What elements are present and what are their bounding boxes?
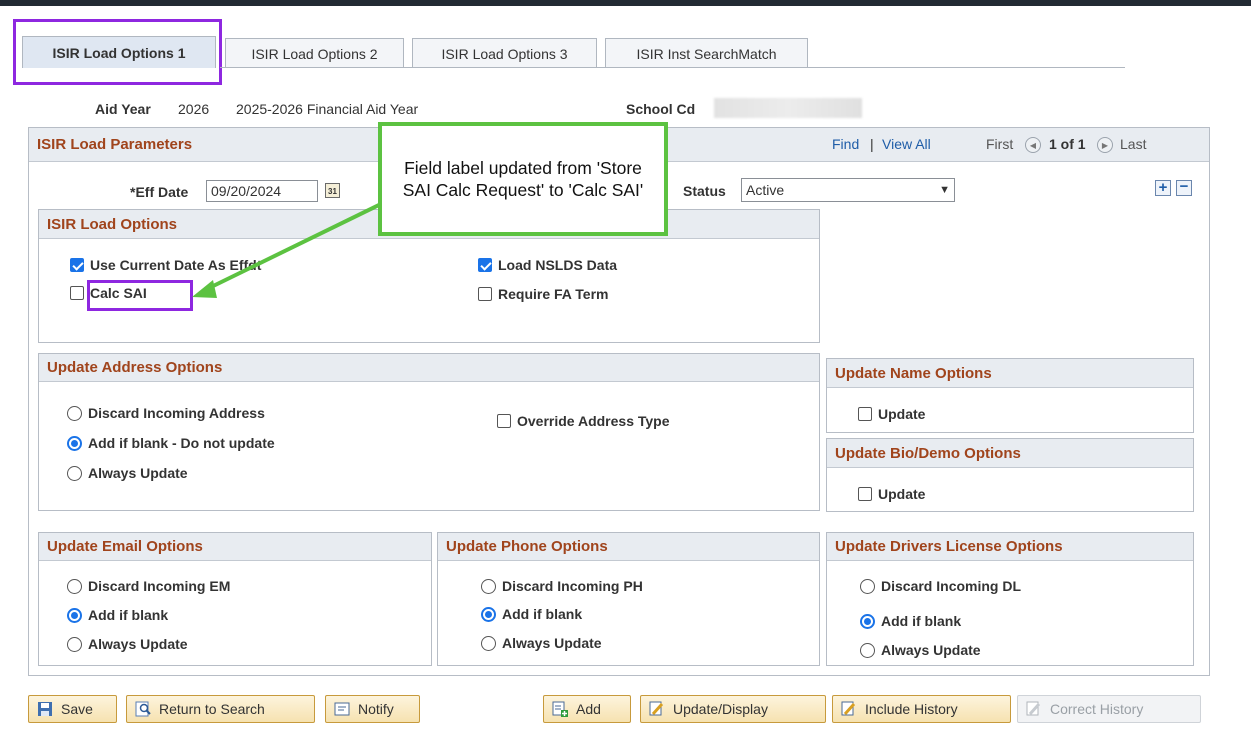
return-search-icon <box>135 701 151 717</box>
radio-unselected[interactable] <box>481 635 496 651</box>
radio-unselected[interactable] <box>67 578 82 594</box>
add-if-blank-phone-radio[interactable]: Add if blank <box>481 606 582 622</box>
radio-selected[interactable] <box>67 435 82 451</box>
name-options-title: Update Name Options <box>835 364 992 382</box>
annotation-callout: Field label updated from 'Store SAI Calc… <box>378 122 668 236</box>
add-page-icon <box>552 701 568 717</box>
bio-options-header: Update Bio/Demo Options <box>827 439 1193 468</box>
radio-unselected[interactable] <box>67 636 82 652</box>
email-options-title: Update Email Options <box>47 538 203 555</box>
bio-update-checkbox[interactable]: Update <box>858 486 925 502</box>
notify-icon <box>334 702 350 716</box>
override-address-type-checkbox[interactable]: Override Address Type <box>497 413 670 429</box>
radio-unselected[interactable] <box>481 578 496 594</box>
radio-selected[interactable] <box>481 606 496 622</box>
always-update-dl-radio[interactable]: Always Update <box>860 642 981 658</box>
radio-unselected[interactable] <box>860 642 875 658</box>
always-update-phone-radio[interactable]: Always Update <box>481 635 602 651</box>
floppy-disk-icon <box>38 702 52 716</box>
checkbox-unchecked[interactable] <box>858 407 872 421</box>
radio-unselected[interactable] <box>860 578 875 594</box>
add-if-blank-dl-radio[interactable]: Add if blank <box>860 613 961 629</box>
dl-options-title: Update Drivers License Options <box>835 538 1063 555</box>
save-button[interactable]: Save <box>28 695 117 723</box>
update-address-options-panel: Update Address Options <box>38 353 820 511</box>
update-display-icon <box>649 701 664 716</box>
dl-options-header: Update Drivers License Options <box>827 533 1193 561</box>
name-options-header: Update Name Options <box>827 359 1193 388</box>
name-update-checkbox[interactable]: Update <box>858 406 925 422</box>
discard-address-radio[interactable]: Discard Incoming Address <box>67 405 265 421</box>
add-if-blank-email-radio[interactable]: Add if blank <box>67 607 168 623</box>
email-options-header: Update Email Options <box>39 533 431 561</box>
add-button[interactable]: Add <box>543 695 631 723</box>
correct-history-button[interactable]: Correct History <box>1017 695 1201 723</box>
radio-unselected[interactable] <box>67 465 82 481</box>
include-history-button[interactable]: Include History <box>832 695 1011 723</box>
correct-history-icon <box>1026 701 1041 716</box>
radio-selected[interactable] <box>860 613 875 629</box>
checkbox-unchecked[interactable] <box>497 414 511 428</box>
return-to-search-button[interactable]: Return to Search <box>126 695 315 723</box>
include-history-icon <box>841 701 856 716</box>
discard-phone-radio[interactable]: Discard Incoming PH <box>481 578 643 594</box>
radio-unselected[interactable] <box>67 405 82 421</box>
radio-selected[interactable] <box>67 607 82 623</box>
bio-options-title: Update Bio/Demo Options <box>835 444 1021 462</box>
discard-dl-radio[interactable]: Discard Incoming DL <box>860 578 1021 594</box>
phone-options-title: Update Phone Options <box>446 538 608 555</box>
add-if-blank-address-radio[interactable]: Add if blank - Do not update <box>67 435 275 451</box>
notify-button[interactable]: Notify <box>325 695 420 723</box>
always-update-email-radio[interactable]: Always Update <box>67 636 188 652</box>
always-update-address-radio[interactable]: Always Update <box>67 465 188 481</box>
update-display-button[interactable]: Update/Display <box>640 695 826 723</box>
checkbox-unchecked[interactable] <box>858 487 872 501</box>
discard-email-radio[interactable]: Discard Incoming EM <box>67 578 230 594</box>
address-options-title: Update Address Options <box>47 359 223 376</box>
address-options-header: Update Address Options <box>39 354 819 382</box>
phone-options-header: Update Phone Options <box>438 533 819 561</box>
